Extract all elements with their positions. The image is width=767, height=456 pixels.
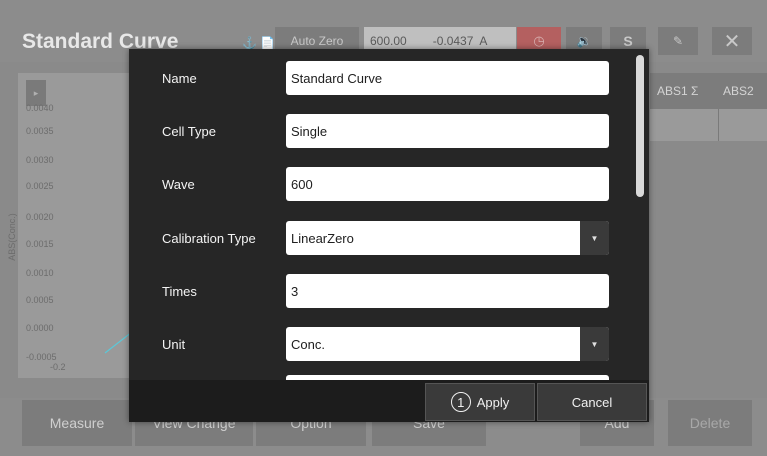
scrollbar-thumb[interactable]	[636, 55, 644, 197]
field-label: Times	[162, 284, 197, 299]
field-label: Wave	[162, 177, 195, 192]
field-input[interactable]: 3	[286, 274, 609, 308]
field-input[interactable]: Standard Curve	[286, 61, 609, 95]
cancel-button[interactable]: Cancel	[537, 383, 647, 421]
field-label: Calibration Type	[162, 231, 256, 246]
field-select[interactable]: Conc. ▼	[286, 327, 609, 361]
chevron-down-icon[interactable]: ▼	[580, 327, 609, 361]
field-value: Single	[291, 123, 328, 139]
field-value: 600	[291, 176, 313, 192]
apply-button[interactable]: 1 Apply	[425, 383, 535, 421]
table-row[interactable]	[650, 109, 767, 141]
field-label: Cell Type	[162, 124, 216, 139]
field-value: Conc.	[291, 336, 325, 352]
measure-button[interactable]: Measure	[22, 400, 132, 446]
table-body	[650, 141, 767, 378]
field-value: 3	[291, 283, 299, 299]
apply-label: Apply	[476, 394, 510, 410]
chevron-down-icon[interactable]: ▼	[580, 221, 609, 255]
field-label: Name	[162, 71, 197, 86]
settings-dialog: Name Standard Curve Cell Type Single Wave 600…	[129, 49, 649, 422]
field-label: Unit	[162, 337, 186, 352]
field-value: LinearZero	[291, 230, 354, 246]
step-badge: 1	[450, 392, 471, 412]
field-value: Standard Curve	[291, 70, 383, 86]
cell-divider	[718, 109, 719, 141]
field-input[interactable]: 600	[286, 167, 609, 201]
column-abs2[interactable]: ABS2	[723, 84, 754, 98]
column-abs1[interactable]: ABS1 Σ	[657, 84, 698, 98]
field-input[interactable]: Single	[286, 114, 609, 148]
delete-button[interactable]: Delete	[668, 400, 752, 446]
field-select[interactable]: LinearZero ▼	[286, 221, 609, 255]
